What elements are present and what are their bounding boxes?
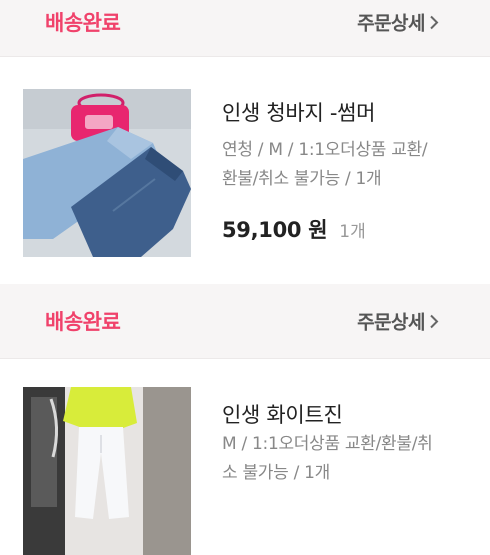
product-quantity: 1개: [339, 222, 366, 242]
product-option-line: M / 1:1오더상품 교환/환불/취: [222, 434, 433, 454]
order-detail-label: 주문상세: [357, 12, 425, 35]
order-detail-link[interactable]: 주문상세: [357, 308, 440, 335]
chevron-right-icon: [430, 314, 439, 328]
order-detail-label: 주문상세: [357, 311, 425, 334]
order-detail-link[interactable]: 주문상세: [357, 9, 440, 36]
product-thumbnail[interactable]: [23, 387, 191, 555]
white-jeans-photo-icon: [23, 387, 191, 555]
price-row: 59,100 원 1개: [222, 214, 366, 244]
product-option: M / 1:1오더상품 교환/환불/취 소 불가능 / 1개: [222, 430, 470, 488]
product-name: 인생 청바지 -썸머: [222, 101, 376, 125]
product-option-line: 소 불가능 / 1개: [222, 463, 330, 483]
order-header: 배송완료 주문상세: [0, 0, 490, 57]
product-price: 59,100 원: [222, 218, 328, 242]
denim-jeans-photo-icon: [23, 89, 191, 257]
order-status: 배송완료: [45, 11, 121, 35]
product-name: 인생 화이트진: [222, 403, 343, 427]
product-option: 연청 / M / 1:1오더상품 교환/ 환불/취소 불가능 / 1개: [222, 136, 470, 194]
product-option-line: 연청 / M / 1:1오더상품 교환/: [222, 140, 428, 160]
order-status: 배송완료: [45, 310, 121, 334]
product-option-line: 환불/취소 불가능 / 1개: [222, 169, 382, 189]
product-thumbnail[interactable]: [23, 89, 191, 257]
chevron-right-icon: [430, 15, 439, 29]
order-item[interactable]: 인생 청바지 -썸머 연청 / M / 1:1오더상품 교환/ 환불/취소 불가…: [0, 57, 490, 284]
order-header: 배송완료 주문상세: [0, 284, 490, 359]
order-item[interactable]: 인생 화이트진 M / 1:1오더상품 교환/환불/취 소 불가능 / 1개: [0, 359, 490, 555]
